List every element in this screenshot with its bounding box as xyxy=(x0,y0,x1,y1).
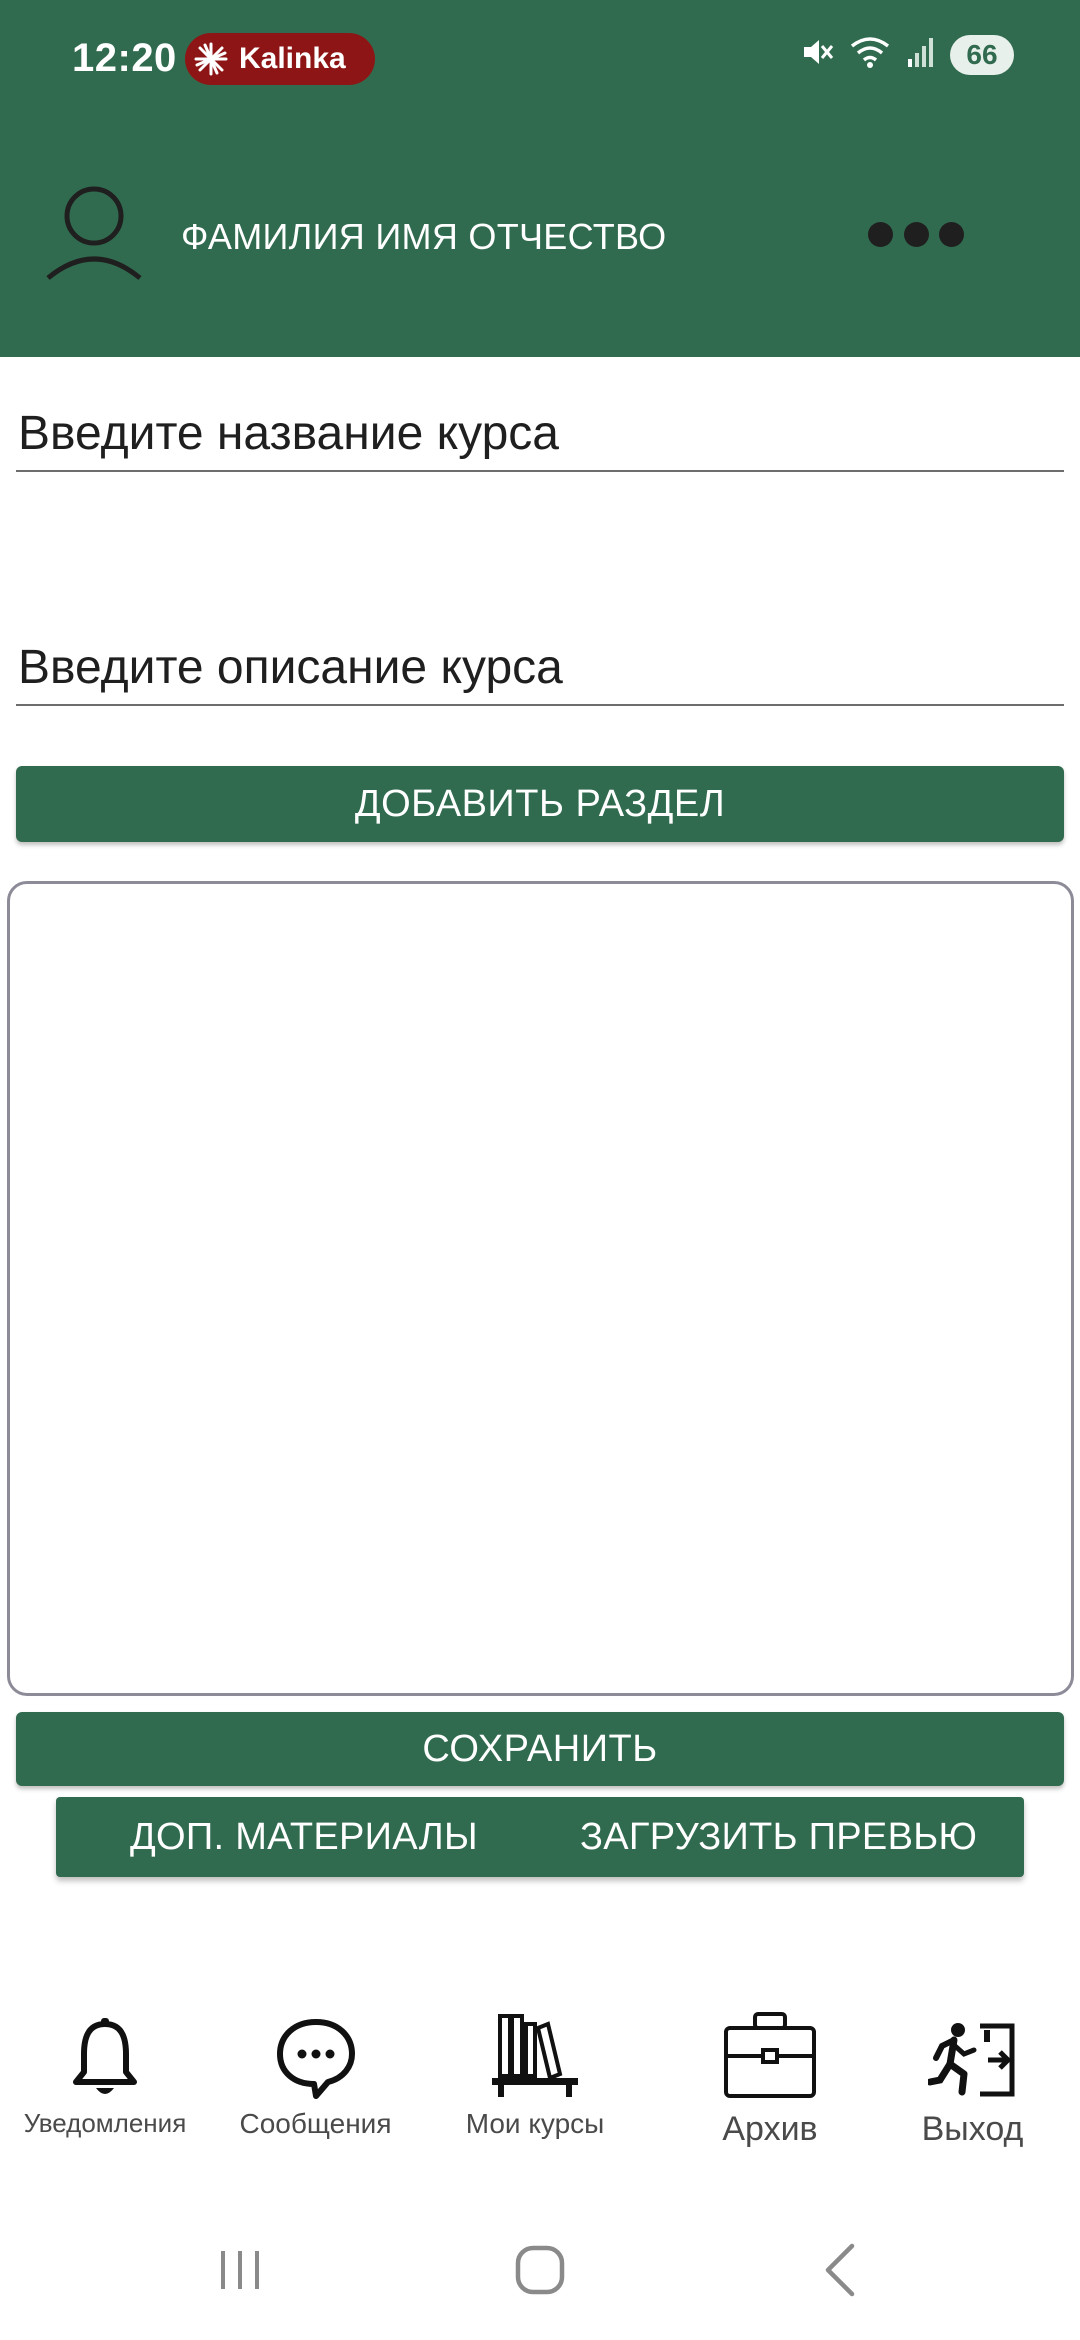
chat-bubble-icon xyxy=(274,2000,358,2100)
nav-messages-label: Сообщения xyxy=(239,2108,392,2139)
nav-my-courses-label: Мои курсы xyxy=(465,2108,605,2139)
app-header: 12:20 Kalinka 66 ФАМИЛИЯ ИМЯ ОТЧЕСТВО xyxy=(0,0,1080,357)
nav-notifications-label: Уведомления xyxy=(23,2108,187,2138)
mute-icon xyxy=(798,34,834,75)
kalinka-badge[interactable]: Kalinka xyxy=(185,33,375,85)
kalinka-label: Kalinka xyxy=(239,42,346,75)
status-icons: 66 xyxy=(798,34,1014,75)
system-navigation-bar xyxy=(0,2230,1080,2310)
briefcase-icon xyxy=(723,2000,817,2100)
bookshelf-icon xyxy=(490,2000,580,2100)
signal-icon xyxy=(906,35,936,74)
battery-icon: 66 xyxy=(950,34,1014,75)
nav-messages[interactable]: Сообщения xyxy=(228,2000,403,2140)
upload-preview-button[interactable]: ЗАГРУЗИТЬ ПРЕВЬЮ xyxy=(580,1797,977,1877)
sections-list[interactable] xyxy=(7,881,1074,1696)
status-time: 12:20 xyxy=(72,36,177,80)
nav-archive[interactable]: Архив xyxy=(700,2000,840,2149)
wifi-icon xyxy=(848,34,892,75)
more-dots-icon[interactable] xyxy=(868,212,964,256)
nav-notifications[interactable]: Уведомления xyxy=(20,2000,190,2139)
nav-exit[interactable]: Выход xyxy=(900,2000,1045,2149)
home-icon[interactable] xyxy=(500,2230,580,2310)
sparkle-icon xyxy=(185,33,237,85)
recents-icon[interactable] xyxy=(200,2230,280,2310)
nav-exit-label: Выход xyxy=(921,2110,1024,2148)
save-button[interactable]: СОХРАНИТЬ xyxy=(16,1712,1064,1786)
user-avatar-icon[interactable] xyxy=(44,180,144,280)
course-title-input[interactable] xyxy=(16,396,1064,472)
exit-icon xyxy=(927,2000,1018,2100)
extra-materials-button[interactable]: ДОП. МАТЕРИАЛЫ xyxy=(130,1797,478,1877)
back-icon[interactable] xyxy=(800,2230,880,2310)
extra-actions-bar: ДОП. МАТЕРИАЛЫ ЗАГРУЗИТЬ ПРЕВЬЮ xyxy=(56,1797,1024,1877)
bell-icon xyxy=(70,2000,140,2100)
nav-archive-label: Архив xyxy=(722,2110,818,2148)
course-description-input[interactable] xyxy=(16,630,1064,706)
nav-my-courses[interactable]: Мои курсы xyxy=(450,2000,620,2140)
user-name: ФАМИЛИЯ ИМЯ ОТЧЕСТВО xyxy=(181,216,667,257)
add-section-button[interactable]: ДОБАВИТЬ РАЗДЕЛ xyxy=(16,766,1064,842)
